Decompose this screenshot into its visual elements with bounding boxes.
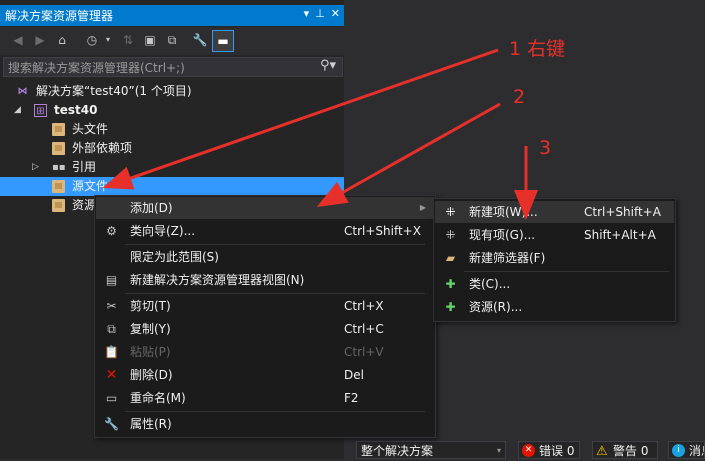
annotation-label-3: 3 — [539, 137, 552, 159]
annotation-label-1: 1 右键 — [509, 38, 566, 60]
annotation-arrow-1 — [102, 48, 499, 190]
annotation-arrows — [102, 48, 538, 220]
annotation-arrow-2 — [316, 102, 501, 207]
annotation-label-2: 2 — [513, 86, 526, 108]
